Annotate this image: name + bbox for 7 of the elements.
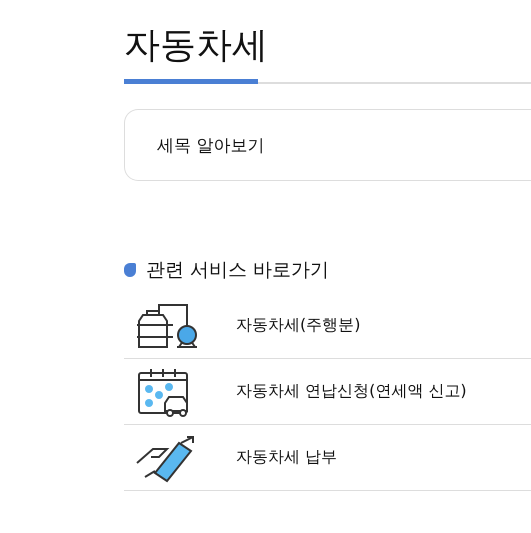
service-link[interactable]: 자동차세(주행분)	[236, 315, 360, 336]
page-title: 자동차세	[124, 24, 269, 68]
section-heading: 관련 서비스 바로가기	[146, 258, 330, 283]
service-link[interactable]: 자동차세 연납신청(연세액 신고)	[236, 381, 467, 402]
bullet-icon	[124, 263, 136, 277]
service-link[interactable]: 자동차세 납부	[236, 447, 338, 468]
info-tab[interactable]: 세목 알아보기	[124, 109, 531, 181]
